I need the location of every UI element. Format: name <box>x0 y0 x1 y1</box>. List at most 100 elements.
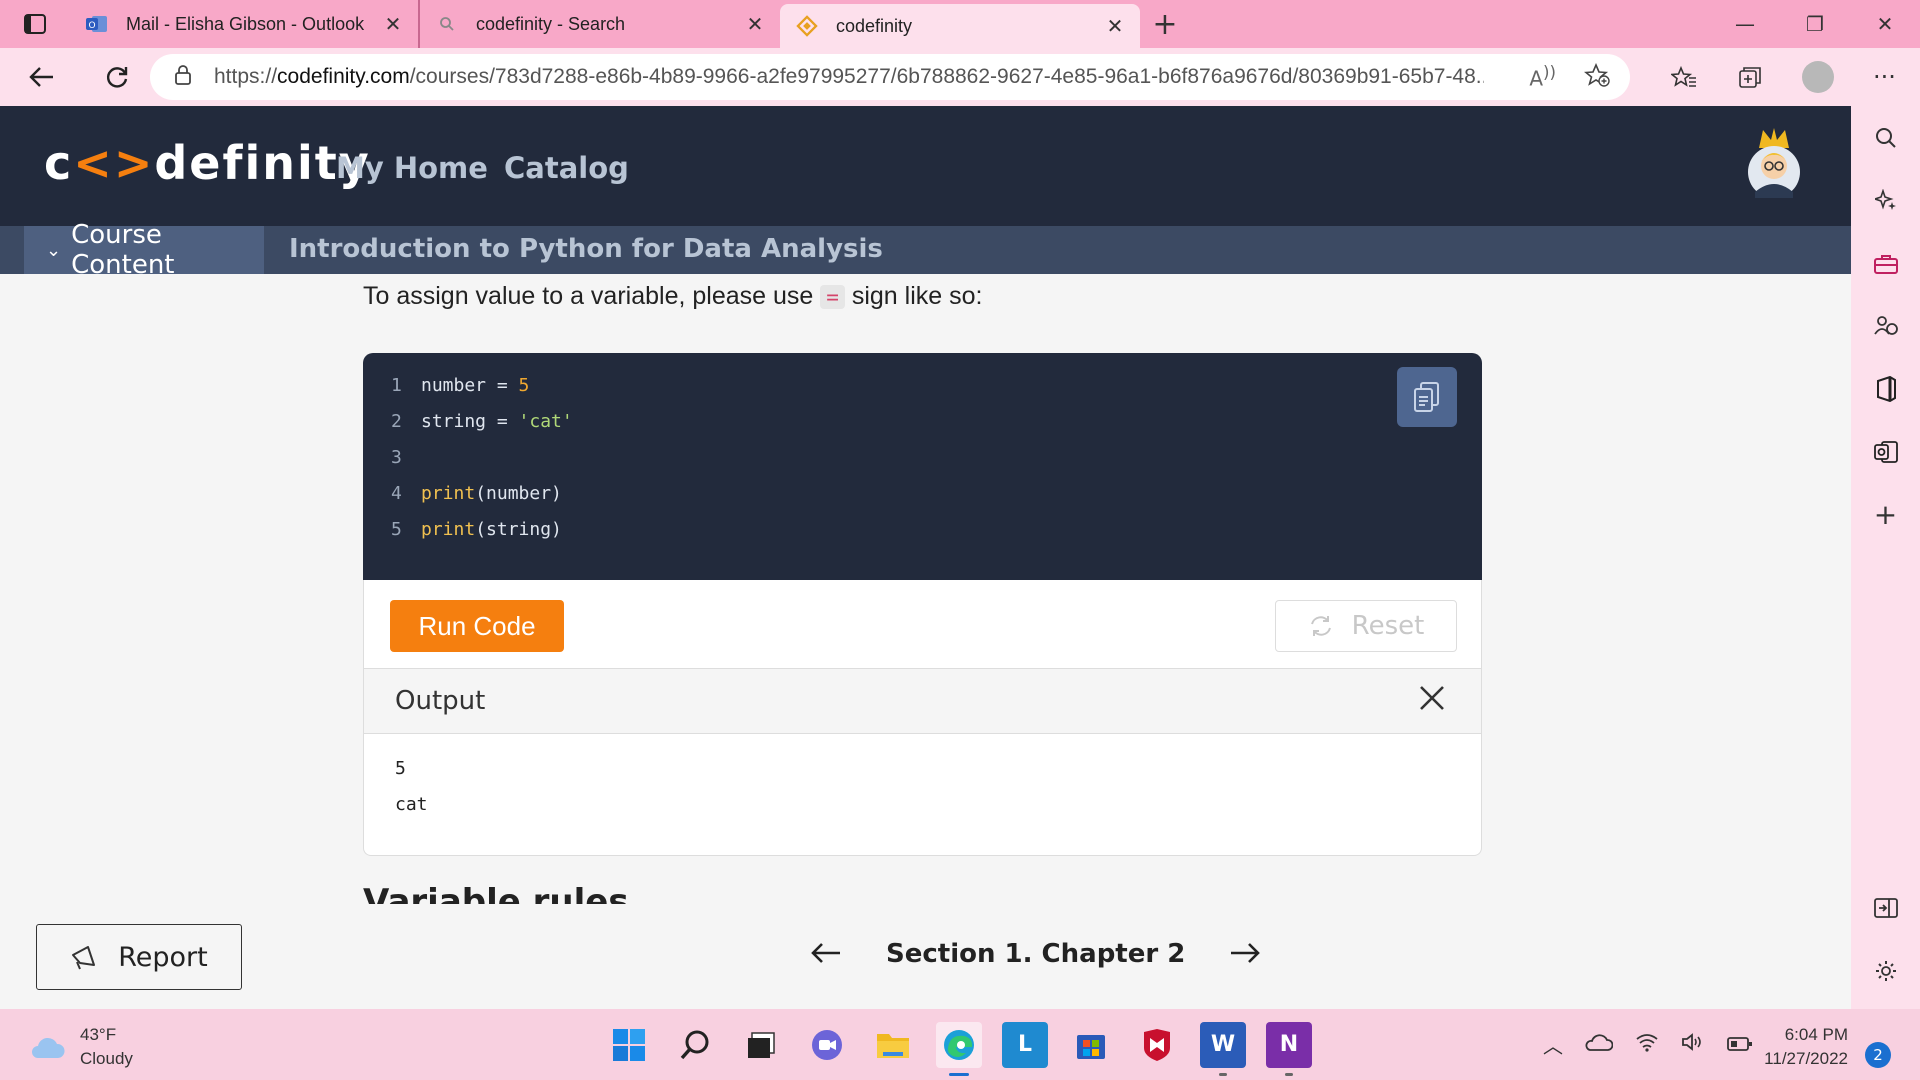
edge-browser-icon[interactable] <box>936 1021 982 1076</box>
close-output-icon[interactable] <box>1417 683 1447 713</box>
nav-my-home[interactable]: My Home <box>336 151 488 185</box>
search-icon <box>436 13 458 35</box>
weather-condition: Cloudy <box>80 1049 133 1068</box>
new-tab-button[interactable]: + <box>1140 0 1190 48</box>
collections-icon[interactable] <box>1717 48 1784 106</box>
url-path: /courses/783d7288-e86b-4b89-9966-a2fe979… <box>409 65 1484 88</box>
teams-chat-icon[interactable] <box>804 1022 850 1068</box>
browser-toolbar: ··· <box>1650 48 1918 106</box>
outlook-icon[interactable] <box>1851 432 1920 472</box>
file-explorer-icon[interactable] <box>870 1022 916 1068</box>
add-icon[interactable]: + <box>1851 494 1920 534</box>
temperature: 43°F <box>80 1025 117 1044</box>
system-clock[interactable]: 6:04 PM 11/27/2022 <box>1758 1023 1848 1071</box>
microsoft-store-icon[interactable] <box>1068 1022 1114 1068</box>
favorites-icon[interactable] <box>1650 48 1717 106</box>
lesson-text: To assign value to a variable, please us… <box>363 282 982 311</box>
battery-icon[interactable] <box>1727 1033 1753 1057</box>
output-line: 5 <box>395 758 406 779</box>
line-number: 1 <box>391 375 402 396</box>
course-content-label: Course Content <box>71 220 175 280</box>
megaphone-icon <box>72 946 96 970</box>
office-icon[interactable] <box>1851 369 1920 409</box>
tab-actions-icon[interactable] <box>0 0 70 48</box>
code-actions-bar: Run Code Reset <box>363 580 1482 674</box>
minimize-icon[interactable]: — <box>1710 0 1780 48</box>
clock-time: 6:04 PM <box>1784 1025 1848 1044</box>
onedrive-icon[interactable] <box>1585 1033 1614 1057</box>
code-editor[interactable]: 1 number = 5 2 string = 'cat' 3 4 print(num… <box>363 353 1482 580</box>
back-icon[interactable] <box>0 48 84 106</box>
code-line: 2 string = 'cat' <box>391 411 573 432</box>
next-chapter-arrow-icon[interactable] <box>1229 934 1261 974</box>
restore-icon[interactable]: ❐ <box>1780 0 1850 48</box>
line-number: 2 <box>391 411 402 432</box>
wifi-icon[interactable] <box>1635 1032 1659 1057</box>
code-line: 5 print(string) <box>391 519 562 540</box>
weather-widget[interactable]: 43°F Cloudy <box>30 1023 133 1071</box>
search-icon[interactable] <box>672 1022 718 1068</box>
task-view-icon[interactable] <box>738 1022 784 1068</box>
volume-icon[interactable] <box>1681 1032 1705 1057</box>
search-icon[interactable] <box>1851 118 1920 158</box>
tab-search[interactable]: codefinity - Search ✕ <box>420 0 780 48</box>
refresh-icon[interactable] <box>84 48 150 106</box>
mcafee-icon[interactable] <box>1134 1022 1180 1068</box>
inline-code: = <box>820 285 845 309</box>
code-line: 1 number = 5 <box>391 375 530 396</box>
tab-codefinity[interactable]: codefinity ✕ <box>780 4 1140 48</box>
notification-badge[interactable]: 2 <box>1865 1042 1891 1068</box>
profile-avatar[interactable] <box>1784 48 1851 106</box>
lock-icon[interactable] <box>174 64 192 90</box>
svg-text:O: O <box>88 21 95 31</box>
chapter-navigation: Section 1. Chapter 2 <box>810 934 1261 974</box>
reset-label: Reset <box>1351 611 1425 641</box>
course-content-button[interactable]: ⌄ Course Content <box>24 220 264 280</box>
close-icon[interactable]: ✕ <box>382 12 404 36</box>
windows-start-icon[interactable] <box>606 1022 652 1068</box>
url-text: https://codefinity.com/courses/783d7288-… <box>214 65 1484 89</box>
chevron-up-icon[interactable]: ︿ <box>1543 1030 1563 1059</box>
close-icon[interactable]: ✕ <box>744 12 766 36</box>
lesson-text-part: To assign value to a variable, please us… <box>363 282 821 310</box>
read-aloud-icon[interactable]: A)) <box>1529 63 1556 91</box>
line-number: 5 <box>391 519 402 540</box>
hide-sidebar-icon[interactable] <box>1851 888 1920 928</box>
user-avatar[interactable] <box>1747 126 1801 200</box>
clock-date: 11/27/2022 <box>1764 1049 1848 1068</box>
system-tray: ︿ <box>1543 1009 1753 1080</box>
logo-part: c <box>44 136 74 190</box>
reset-button[interactable]: Reset <box>1275 600 1457 652</box>
url-actions: A)) <box>1529 54 1610 100</box>
windows-taskbar: 43°F Cloudy L W N ︿ 6:04 PM 11/27/2022 2 <box>0 1009 1920 1080</box>
course-subheader: ⌄ Course Content Introduction to Python … <box>0 220 1851 280</box>
codefinity-logo[interactable]: c<>definity <box>44 136 371 190</box>
url-field[interactable]: https://codefinity.com/courses/783d7288-… <box>150 54 1630 100</box>
output-label: Output <box>395 686 486 716</box>
url-domain: codefinity.com <box>277 65 410 88</box>
app-l-icon[interactable]: L <box>1002 1021 1048 1068</box>
more-icon[interactable]: ··· <box>1851 48 1918 106</box>
add-favorite-icon[interactable] <box>1583 62 1610 91</box>
previous-chapter-arrow-icon[interactable] <box>810 934 842 974</box>
nav-catalog[interactable]: Catalog <box>504 151 629 185</box>
run-code-button[interactable]: Run Code <box>390 600 564 652</box>
games-icon[interactable] <box>1851 306 1920 346</box>
tab-outlook[interactable]: O Mail - Elisha Gibson - Outlook ✕ <box>70 0 420 48</box>
onenote-icon[interactable]: N <box>1266 1021 1312 1076</box>
report-button[interactable]: Report <box>36 924 242 990</box>
tools-icon[interactable] <box>1851 244 1920 284</box>
discover-icon[interactable] <box>1851 180 1920 220</box>
copy-code-button[interactable] <box>1397 367 1457 427</box>
close-icon[interactable]: ✕ <box>1104 14 1126 38</box>
browser-tab-bar: O Mail - Elisha Gibson - Outlook ✕ codef… <box>0 0 1920 48</box>
word-icon[interactable]: W <box>1200 1021 1246 1076</box>
edge-sidebar: + <box>1851 106 1920 1009</box>
address-bar: https://codefinity.com/courses/783d7288-… <box>0 48 1920 106</box>
section-heading: Variable rules <box>363 882 629 904</box>
close-window-icon[interactable]: ✕ <box>1850 0 1920 48</box>
codefinity-icon <box>796 15 818 37</box>
lesson-footer: Report Section 1. Chapter 2 <box>0 904 1851 1009</box>
window-controls: — ❐ ✕ <box>1710 0 1920 48</box>
settings-gear-icon[interactable] <box>1851 951 1920 991</box>
